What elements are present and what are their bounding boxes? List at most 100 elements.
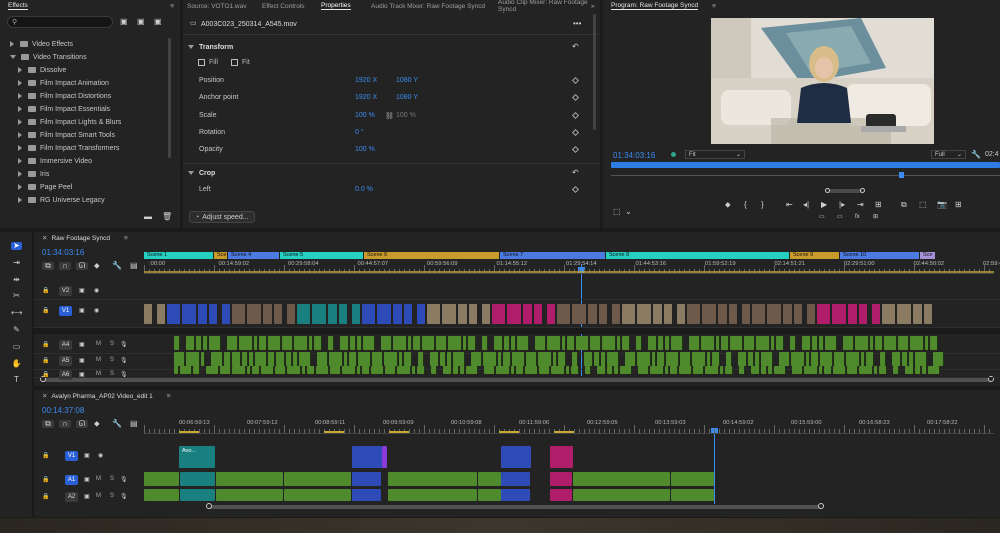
track-label[interactable]: V2	[59, 286, 72, 296]
audio-clip[interactable]	[622, 336, 630, 350]
audio-clip[interactable]	[925, 336, 929, 350]
audio-clip[interactable]	[471, 352, 482, 366]
32bit-effects-icon[interactable]: ▣	[137, 18, 145, 26]
keyframe-diamond-icon[interactable]	[571, 128, 580, 136]
effects-tree-item[interactable]: Film Impact Lights & Blurs	[18, 116, 121, 128]
audio-clip[interactable]	[933, 352, 944, 366]
close-icon[interactable]: ✕	[42, 234, 47, 242]
audio-clip[interactable]	[751, 366, 760, 374]
effects-tree-item[interactable]: Video Transitions	[10, 51, 87, 63]
audio-clip[interactable]	[774, 366, 786, 374]
audio-clip[interactable]	[884, 336, 897, 350]
panel-menu-icon[interactable]: ≡	[712, 3, 716, 10]
marker-icon[interactable]: ⬥	[725, 201, 731, 209]
audio-clip[interactable]	[665, 336, 670, 350]
audio-clip[interactable]	[584, 352, 593, 366]
audio-clip[interactable]	[201, 352, 205, 366]
property-value[interactable]: 100 %	[396, 112, 416, 119]
audio-clip[interactable]	[302, 366, 306, 374]
audio-clip[interactable]	[227, 336, 238, 350]
audio-clip[interactable]	[670, 366, 678, 374]
audio-clip[interactable]	[601, 352, 606, 366]
audio-clip[interactable]	[693, 366, 704, 374]
plus-icon[interactable]: ⊞	[955, 201, 962, 209]
wrench-icon[interactable]: 🔧	[971, 151, 981, 159]
track-label[interactable]: A1	[65, 475, 78, 485]
snap-icon[interactable]: ∩	[59, 262, 71, 270]
audio-clip[interactable]	[597, 366, 606, 374]
property-value[interactable]: 0 °	[355, 129, 364, 136]
audio-clip[interactable]	[330, 366, 341, 374]
audio-clip[interactable]	[239, 336, 253, 350]
video-clip[interactable]	[144, 304, 153, 324]
audio-clip[interactable]	[418, 352, 424, 366]
audio-clip[interactable]	[504, 336, 510, 350]
zoom-select[interactable]: Fit ⌄	[685, 150, 745, 159]
audio-clip[interactable]	[496, 366, 510, 374]
seq2-scroll-right-handle[interactable]	[818, 503, 824, 509]
audio-clip[interactable]	[875, 336, 883, 350]
audio-clip[interactable]	[363, 336, 375, 350]
eye-icon[interactable]: ◉	[98, 452, 103, 460]
video-clip[interactable]	[848, 304, 858, 324]
video-clip[interactable]	[469, 304, 478, 324]
video-clip[interactable]	[393, 304, 403, 324]
audio-clip[interactable]	[307, 366, 315, 374]
audio-clip[interactable]	[855, 336, 869, 350]
program-zoom-scrollbar[interactable]	[827, 189, 863, 193]
audio-clip[interactable]	[388, 472, 477, 486]
audio-clip[interactable]	[358, 352, 371, 366]
audio-clip[interactable]	[614, 366, 619, 374]
track-separator[interactable]	[34, 328, 1000, 334]
audio-clip[interactable]	[286, 352, 292, 366]
scene-marker[interactable]: Scene 5	[280, 252, 363, 259]
search-input[interactable]: ⚲	[7, 16, 113, 28]
audio-clip[interactable]	[566, 366, 570, 374]
captions-icon[interactable]: ▤	[130, 420, 138, 428]
property-value[interactable]: 0.0 %	[355, 186, 373, 193]
video-clip[interactable]	[637, 304, 652, 324]
audio-clip[interactable]	[526, 352, 537, 366]
effects-tree-item[interactable]: Film Impact Transformers	[18, 142, 119, 154]
audio-clip[interactable]	[825, 336, 837, 350]
seq1-timecode[interactable]: 01:34:03:16	[42, 248, 84, 257]
audio-clip[interactable]	[898, 336, 909, 350]
video-clip[interactable]	[274, 304, 283, 324]
seq1-horizontal-scrollbar[interactable]	[42, 378, 992, 382]
audio-clip[interactable]	[665, 366, 669, 374]
audio-clip[interactable]	[511, 366, 515, 374]
audio-clip[interactable]	[350, 336, 356, 350]
audio-clip[interactable]	[811, 352, 819, 366]
zoom-handle-left[interactable]	[825, 188, 830, 193]
audio-clip[interactable]	[843, 336, 854, 350]
effects-tree-item[interactable]: Dissolve	[18, 64, 66, 76]
audio-clip[interactable]	[468, 336, 476, 350]
audio-clip[interactable]	[819, 336, 824, 350]
audio-clip[interactable]	[637, 352, 651, 366]
out-point-icon[interactable]: }	[761, 201, 764, 209]
audio-clip[interactable]	[209, 336, 221, 350]
video-clip[interactable]	[872, 304, 881, 324]
property-value[interactable]: 1080 Y	[396, 94, 418, 101]
property-value[interactable]: 100 %	[355, 112, 375, 119]
audio-clip[interactable]	[482, 336, 488, 350]
mute-button[interactable]: M	[96, 341, 101, 347]
audio-clip[interactable]	[879, 366, 887, 374]
panel-menu-icon[interactable]: ≡	[170, 3, 174, 10]
reset-icon[interactable]: ↶	[572, 43, 579, 51]
linked-selection-icon[interactable]: ᘏ	[76, 420, 88, 428]
audio-clip[interactable]	[834, 352, 845, 366]
video-clip[interactable]	[859, 304, 868, 324]
track-label[interactable]: A4	[59, 340, 72, 350]
mic-icon[interactable]: 🎙	[120, 476, 128, 484]
audio-clip[interactable]	[680, 352, 691, 366]
audio-clip[interactable]	[692, 352, 706, 366]
audio-clip[interactable]	[422, 336, 435, 350]
effects-tree-item[interactable]: Film Impact Smart Tools	[18, 129, 115, 141]
video-clip[interactable]	[807, 304, 816, 324]
video-clip[interactable]	[924, 304, 933, 324]
video-clip[interactable]	[752, 304, 766, 324]
video-clip[interactable]	[492, 304, 506, 324]
audio-clip[interactable]	[679, 366, 692, 374]
audio-clip[interactable]	[730, 336, 743, 350]
